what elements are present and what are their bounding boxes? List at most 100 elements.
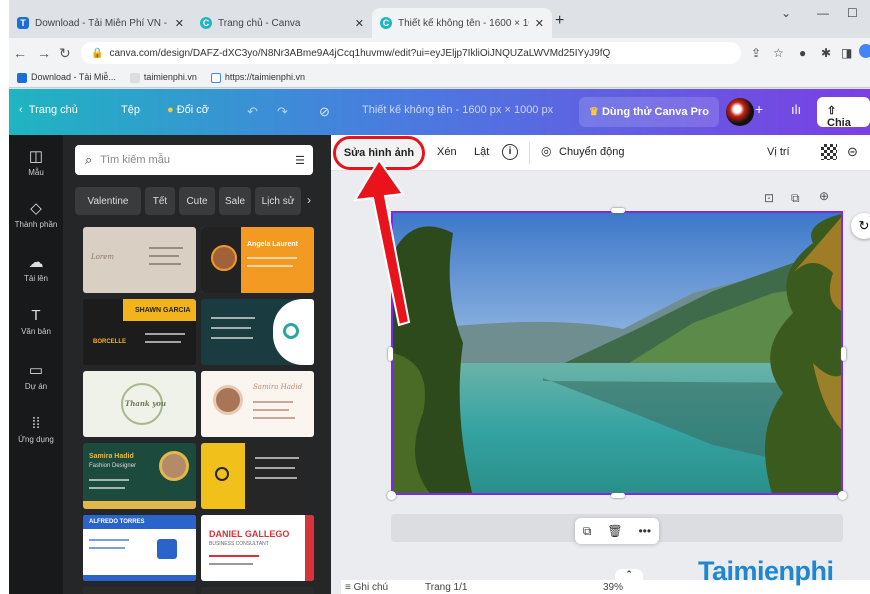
text-icon: T xyxy=(31,307,41,324)
template-card[interactable]: Thank you xyxy=(83,371,196,437)
tab-search-icon[interactable]: ⌄ xyxy=(781,6,791,20)
back-icon[interactable]: ← xyxy=(13,45,27,61)
info-icon[interactable]: i xyxy=(502,144,518,160)
rail-elements[interactable]: ◇ Thành phần xyxy=(9,199,63,229)
tab-canva-design[interactable]: C Thiết kế không tên - 1600 × 100 ✕ xyxy=(372,8,552,38)
chip-sale[interactable]: Sale xyxy=(219,187,251,215)
maximize-button[interactable]: ☐ xyxy=(847,6,858,20)
template-card[interactable] xyxy=(83,587,196,594)
templates-panel: ⌕ Tìm kiếm mẫu ☰ Valentine Tết Cute Sale… xyxy=(63,135,331,594)
duplicate-icon[interactable]: ⧉ xyxy=(583,524,592,539)
animate-button[interactable]: Chuyển động xyxy=(559,146,624,158)
rail-text[interactable]: T Văn bản xyxy=(9,307,63,336)
position-button[interactable]: Vị trí xyxy=(767,146,790,158)
file-menu[interactable]: Tệp xyxy=(121,104,140,116)
canva-favicon: C xyxy=(200,17,212,29)
apps-icon: ⁞⁞ xyxy=(31,415,41,432)
chip-valentine[interactable]: Valentine xyxy=(75,187,141,215)
add-page-icon[interactable]: ⊕ xyxy=(819,189,829,203)
resize-button[interactable]: ● Đổi cỡ xyxy=(167,104,209,116)
template-card[interactable]: DANIEL GALLEGO BUSINESS CONSULTANT xyxy=(201,515,314,581)
new-tab-button[interactable]: + xyxy=(555,12,564,30)
try-pro-button[interactable]: ♛ Dùng thử Canva Pro xyxy=(579,97,719,127)
browser-window: T Download - Tải Miễn Phí VN - Ph ✕ C Tr… xyxy=(9,0,870,594)
template-card[interactable]: Samira Hadid xyxy=(201,371,314,437)
resize-handle[interactable] xyxy=(841,347,846,361)
filter-icon[interactable]: ☰ xyxy=(295,154,305,167)
flip-button[interactable]: Lật xyxy=(474,146,489,158)
transparency-icon[interactable] xyxy=(821,144,837,160)
reload-icon[interactable]: ↻ xyxy=(59,45,71,62)
chip-cute[interactable]: Cute xyxy=(179,187,215,215)
profile-avatar[interactable] xyxy=(859,44,870,58)
taimienphi-watermark: Taimienphi xyxy=(698,556,834,586)
design-title[interactable]: Thiết kế không tên - 1600 px × 1000 px xyxy=(362,104,553,116)
template-card[interactable] xyxy=(201,587,314,594)
star-icon[interactable]: ☆ xyxy=(773,46,784,60)
chevron-right-icon[interactable]: › xyxy=(307,193,311,207)
refresh-icon[interactable]: ↻ xyxy=(851,213,870,239)
template-search-input[interactable]: ⌕ Tìm kiếm mẫu ☰ xyxy=(75,145,313,175)
template-card[interactable] xyxy=(201,299,314,365)
notes-button[interactable]: ≡ Ghi chú xyxy=(345,582,388,593)
tab-canva-home[interactable]: C Trang chủ - Canva ✕ xyxy=(192,8,372,38)
tab-download[interactable]: T Download - Tải Miễn Phí VN - Ph ✕ xyxy=(9,8,192,38)
template-card[interactable]: Samira Hadid Fashion Designer xyxy=(83,443,196,509)
extension-icon[interactable]: ● xyxy=(799,46,806,60)
address-bar: ← → ↻ 🔒 canva.com/design/DAFZ-dXC3yo/N8N… xyxy=(9,38,870,68)
bookmark-item[interactable]: Download - Tải Miễ... xyxy=(17,72,116,83)
share-button[interactable]: ⇧ Chia xyxy=(817,97,870,129)
redo-icon[interactable]: ↷ xyxy=(277,104,288,120)
upload-icon: ☁ xyxy=(28,254,44,271)
close-icon[interactable]: ✕ xyxy=(535,17,544,30)
resize-handle[interactable] xyxy=(387,491,396,500)
red-arrow-annotation xyxy=(353,158,411,327)
resize-handle[interactable] xyxy=(388,347,393,361)
rail-projects[interactable]: ▭ Dự án xyxy=(9,361,63,391)
zoom-value[interactable]: 39% xyxy=(603,582,623,593)
chip-history[interactable]: Lịch sử xyxy=(255,187,301,215)
rail-apps[interactable]: ⁞⁞ Ứng dụng xyxy=(9,415,63,444)
lock-icon[interactable]: ⊡ xyxy=(764,191,774,205)
search-placeholder: Tìm kiếm mẫu xyxy=(100,154,170,166)
home-link[interactable]: ‹ Trang chủ xyxy=(19,104,78,116)
undo-icon[interactable]: ↶ xyxy=(247,104,258,120)
url-field[interactable]: 🔒 canva.com/design/DAFZ-dXC3yo/N8Nr3ABme… xyxy=(81,42,741,64)
rail-uploads[interactable]: ☁ Tải lên xyxy=(9,253,63,283)
lake-mountain-photo[interactable] xyxy=(391,211,843,495)
bookmarks-bar: Download - Tải Miễ... taimienphi.vn http… xyxy=(9,68,870,88)
side-rail: ◫ Mẫu ◇ Thành phần ☁ Tải lên T Văn bản ▭ Dự á… xyxy=(9,135,63,594)
bookmark-item[interactable]: taimienphi.vn xyxy=(129,72,197,83)
puzzle-icon[interactable]: ✱ xyxy=(821,46,831,60)
duplicate-page-icon[interactable]: ⧉ xyxy=(791,191,800,206)
template-card[interactable]: Lorem xyxy=(83,227,196,293)
trash-icon[interactable]: 🗑 xyxy=(607,524,622,538)
template-card[interactable]: ALFREDO TORRES xyxy=(83,515,196,581)
share-icon[interactable]: ⇪ xyxy=(751,46,761,60)
chip-tet[interactable]: Tết xyxy=(145,187,175,215)
sidepanel-icon[interactable]: ◨ xyxy=(841,46,852,60)
templates-icon: ◫ xyxy=(28,148,44,165)
template-card[interactable]: SHAWN GARCIA BORCELLE xyxy=(83,299,196,365)
more-icon[interactable]: ••• xyxy=(638,524,651,538)
add-member-icon[interactable]: + xyxy=(755,101,763,117)
page-actions-bar: ⧉ 🗑 ••• xyxy=(575,518,659,544)
minimize-button[interactable]: — xyxy=(817,6,829,20)
close-icon[interactable]: ✕ xyxy=(355,17,364,30)
animate-icon: ◎ xyxy=(541,144,552,158)
rail-templates[interactable]: ◫ Mẫu xyxy=(9,147,63,177)
insights-icon[interactable]: ılı xyxy=(791,102,801,117)
bookmark-item[interactable]: https://taimienphi.vn xyxy=(210,72,305,83)
avatar[interactable] xyxy=(726,98,754,126)
template-card[interactable] xyxy=(201,443,314,509)
resize-handle[interactable] xyxy=(611,493,625,498)
link-icon[interactable]: ⊝ xyxy=(847,144,858,160)
close-icon[interactable]: ✕ xyxy=(175,17,184,30)
template-card[interactable]: Angela Laurent xyxy=(201,227,314,293)
resize-handle[interactable] xyxy=(611,208,625,213)
crop-button[interactable]: Xén xyxy=(437,146,457,158)
forward-icon[interactable]: → xyxy=(37,45,51,61)
page-indicator[interactable]: Trang 1/1 xyxy=(425,582,467,593)
canva-header: ‹ Trang chủ Tệp ● Đổi cỡ ↶ ↷ ⊘ Thiết kế … xyxy=(9,89,870,135)
resize-handle[interactable] xyxy=(838,491,847,500)
